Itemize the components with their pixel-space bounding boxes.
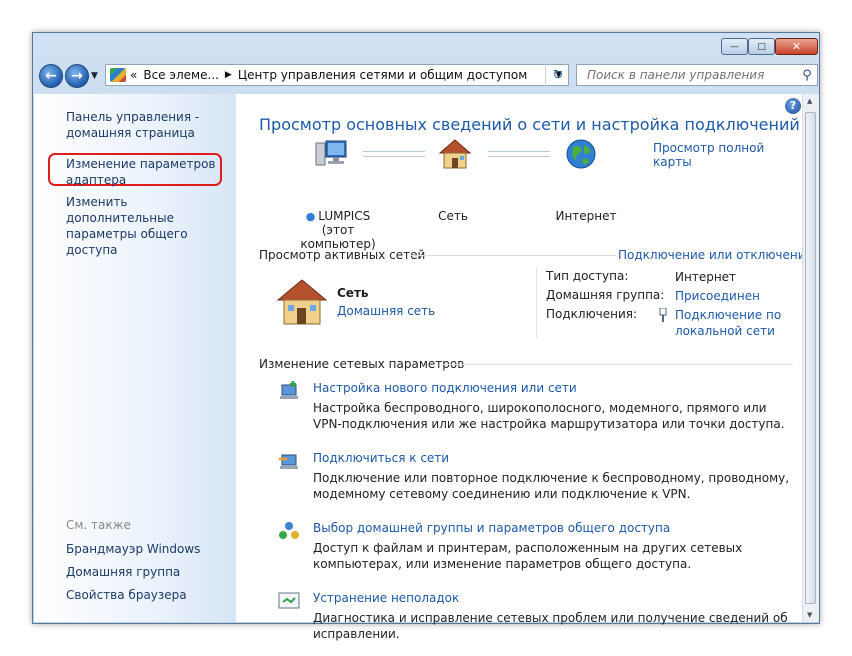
link-text: Панель управления - <box>66 110 200 124</box>
link-text: Изменить дополнительные <box>66 195 174 225</box>
scrollbar-thumb[interactable] <box>805 112 816 604</box>
search-input[interactable] <box>585 67 797 83</box>
task-homegroup-sharing-desc: Доступ к файлам и принтерам, расположенн… <box>313 541 743 571</box>
recent-pages-dropdown-icon[interactable]: ▼ <box>91 71 98 81</box>
control-panel-window: — □ ✕ ← → ▼ « Все элеме... ▶ Центр управ… <box>32 32 820 641</box>
see-also-browser-properties-link[interactable]: Свойства браузера <box>66 587 187 603</box>
address-bar[interactable]: « Все элеме... ▶ Центр управления сетями… <box>105 64 569 86</box>
internet-node-label: Интернет <box>555 209 617 223</box>
page-title: Просмотр основных сведений о сети и наст… <box>259 115 800 134</box>
link-text: параметры общего доступа <box>66 227 188 257</box>
connections-label: Подключения: <box>546 307 638 321</box>
view-full-map-link[interactable]: Просмотр полной карты <box>653 141 802 169</box>
breadcrumb-item[interactable]: Все элеме... <box>143 68 219 82</box>
local-area-connection-link[interactable]: Подключение по локальной сети <box>675 307 781 339</box>
search-box[interactable]: ⚲ <box>576 64 818 86</box>
homegroup-label: Домашняя группа: <box>546 288 665 302</box>
link-text: локальной сети <box>675 324 775 338</box>
troubleshoot-icon <box>278 591 300 611</box>
scroll-up-icon[interactable]: ▲ <box>807 97 812 105</box>
refresh-button[interactable]: ↻ <box>545 64 570 86</box>
active-networks-heading: Просмотр активных сетей <box>259 248 426 262</box>
link-text: адаптера <box>66 173 127 187</box>
breadcrumb-overflow-icon[interactable]: « <box>130 68 137 82</box>
computer-sub: (этот компьютер) <box>300 223 376 251</box>
active-network-name: Сеть <box>337 286 369 300</box>
arrow-right-icon: → <box>71 68 83 84</box>
see-also-heading: См. также <box>66 518 131 532</box>
control-panel-icon <box>110 68 126 82</box>
homegroup-value-link[interactable]: Присоединен <box>675 288 760 304</box>
forward-button[interactable]: → <box>65 64 89 88</box>
task-setup-new-connection-desc: Настройка беспроводного, широкополосного… <box>313 401 785 431</box>
breadcrumb-chevron-icon[interactable]: ▶ <box>225 70 232 80</box>
homegroup-sharing-icon <box>278 521 300 541</box>
connect-disconnect-link[interactable]: Подключение или отключение <box>618 248 813 262</box>
change-adapter-settings-link[interactable]: Изменение параметров адаптера <box>66 156 216 188</box>
arrow-left-icon: ← <box>45 68 57 84</box>
divider <box>536 268 537 338</box>
scroll-down-icon[interactable]: ▼ <box>807 611 812 619</box>
task-troubleshoot-link[interactable]: Устранение неполадок <box>313 591 459 605</box>
divider <box>411 255 616 256</box>
vertical-scrollbar[interactable]: ▲ ▼ <box>802 94 819 622</box>
link-text: Подключение по <box>675 308 782 322</box>
computer-name: LUMPICS <box>318 209 371 223</box>
task-setup-new-connection-link[interactable]: Настройка нового подключения или сети <box>313 381 577 395</box>
navigation-bar: ← → ▼ « Все элеме... ▶ Центр управления … <box>33 61 819 91</box>
advanced-sharing-settings-link[interactable]: Изменить дополнительные параметры общего… <box>66 194 236 258</box>
access-type-value: Интернет <box>675 270 737 284</box>
breadcrumb-item[interactable]: Центр управления сетями и общим доступом <box>238 68 527 82</box>
task-connect-to-network-desc: Подключение или повторное подключение к … <box>313 471 790 501</box>
change-settings-heading: Изменение сетевых параметров <box>259 357 465 371</box>
back-button[interactable]: ← <box>39 64 63 88</box>
see-also-firewall-link[interactable]: Брандмауэр Windows <box>66 541 200 557</box>
ethernet-connection-icon <box>659 307 667 322</box>
link-text: домашняя страница <box>66 126 195 140</box>
access-type-label: Тип доступа: <box>546 269 629 283</box>
task-connect-to-network-link[interactable]: Подключиться к сети <box>313 451 449 465</box>
connect-to-network-icon <box>278 451 300 471</box>
help-icon[interactable]: ? <box>785 98 801 114</box>
title-bar: — □ ✕ <box>33 33 819 61</box>
refresh-icon: ↻ <box>552 67 564 83</box>
map-connection-line <box>363 151 425 157</box>
network-node-label: Сеть <box>438 209 468 223</box>
task-homegroup-sharing-link[interactable]: Выбор домашней группы и параметров общег… <box>313 521 670 535</box>
divider <box>442 364 793 365</box>
task-troubleshoot-desc: Диагностика и исправление сетевых пробле… <box>313 611 788 641</box>
computer-icon <box>314 139 348 169</box>
link-text: Изменение параметров <box>66 157 216 171</box>
this-computer-node: ● LUMPICS (этот компьютер) <box>288 209 388 251</box>
minimize-button[interactable]: — <box>721 38 748 55</box>
computer-users-icon: ● <box>305 209 316 223</box>
search-icon[interactable]: ⚲ <box>797 68 817 83</box>
map-connection-line <box>488 151 550 157</box>
left-task-pane: Панель управления - домашняя страница Из… <box>34 94 236 622</box>
new-connection-icon <box>278 381 300 401</box>
control-panel-home-link[interactable]: Панель управления - домашняя страница <box>66 109 199 141</box>
close-button[interactable]: ✕ <box>775 38 818 55</box>
home-network-house-icon <box>276 278 328 326</box>
internet-globe-icon <box>565 138 597 170</box>
network-type-link[interactable]: Домашняя сеть <box>337 304 435 318</box>
main-content: ? Просмотр основных сведений о сети и на… <box>236 94 813 641</box>
network-house-icon <box>438 138 472 170</box>
maximize-button[interactable]: □ <box>748 38 775 55</box>
see-also-homegroup-link[interactable]: Домашняя группа <box>66 564 180 580</box>
